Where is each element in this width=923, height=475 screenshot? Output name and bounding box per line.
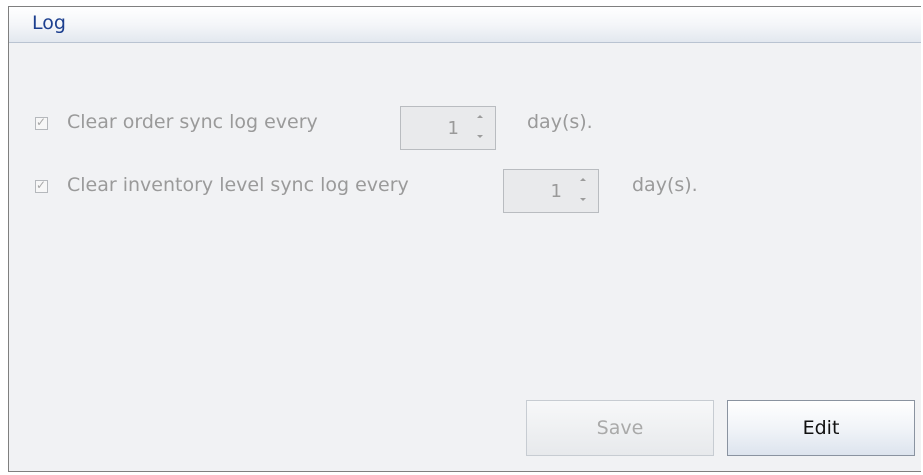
inventory-log-label: Clear inventory level sync log every [67, 174, 409, 196]
inventory-log-unit: day(s). [632, 174, 698, 196]
checkmark-icon: ✓ [36, 115, 47, 129]
log-panel: Log ✓ Clear order sync log every 1 day(s… [8, 6, 921, 472]
order-log-label: Clear order sync log every [67, 111, 318, 133]
order-log-days-spinner[interactable]: 1 [400, 106, 496, 150]
panel-title: Log [32, 12, 66, 34]
edit-button[interactable]: Edit [727, 400, 915, 456]
spin-up-icon[interactable] [475, 113, 485, 123]
spin-up-icon[interactable] [578, 176, 588, 186]
order-log-checkbox[interactable]: ✓ [35, 115, 48, 130]
spin-down-icon[interactable] [578, 194, 588, 204]
inventory-log-days-value: 1 [550, 181, 562, 202]
spin-down-icon[interactable] [475, 131, 485, 141]
save-button[interactable]: Save [526, 400, 714, 456]
checkmark-icon: ✓ [36, 178, 47, 192]
order-log-unit: day(s). [527, 111, 593, 133]
panel-header: Log [9, 7, 921, 43]
inventory-log-days-spinner[interactable]: 1 [503, 169, 599, 213]
order-log-days-value: 1 [447, 118, 459, 139]
inventory-log-checkbox[interactable]: ✓ [35, 178, 48, 193]
